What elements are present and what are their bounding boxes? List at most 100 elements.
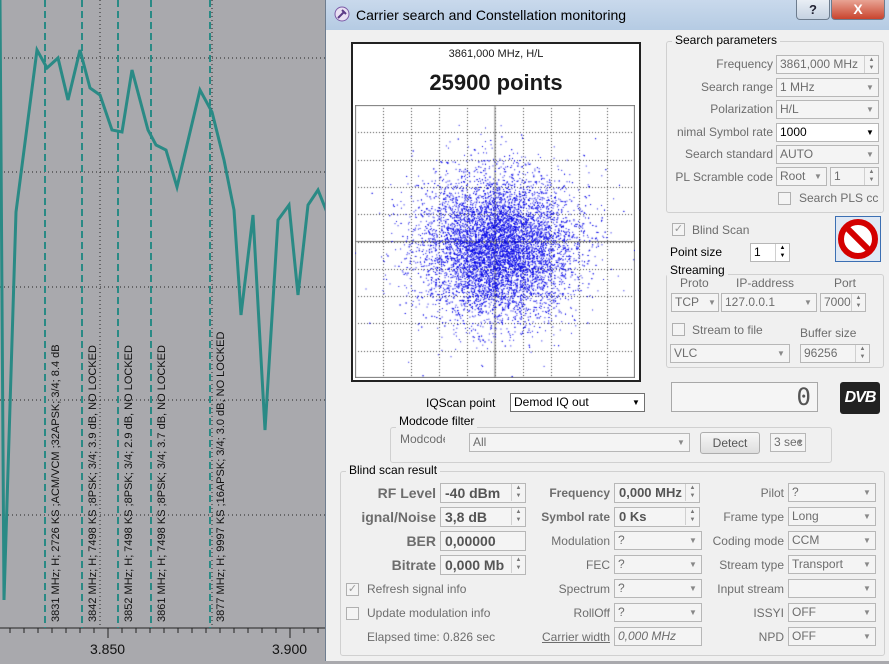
signal-noise-label: ignal/Noise xyxy=(361,509,436,525)
chevron-down-icon: ▼ xyxy=(689,536,697,545)
spinner-icon: ▲ ▼ xyxy=(685,484,699,501)
update-modulation-checkbox[interactable] xyxy=(346,607,359,620)
input-stream-label: Input stream xyxy=(717,582,784,596)
proto-select[interactable]: TCP ▼ xyxy=(671,293,719,312)
ber-value: 0,00000 xyxy=(445,533,496,549)
fec-label: FEC xyxy=(586,558,610,572)
stream-type-select[interactable]: Transport ▼ xyxy=(788,555,876,574)
title-bar[interactable]: Carrier search and Constellation monitor… xyxy=(326,0,889,30)
frequency-input[interactable]: 3861,000 MHz ▲ ▼ xyxy=(776,55,879,74)
help-button[interactable]: ? xyxy=(796,0,830,20)
input-stream-select[interactable]: ▼ xyxy=(788,579,876,598)
constellation-plot: 3861,000 MHz, H/L 25900 points xyxy=(351,42,641,382)
issyi-value: OFF xyxy=(792,605,816,619)
rolloff-select[interactable]: ? ▼ xyxy=(614,603,702,622)
chevron-down-icon: ▼ xyxy=(863,488,871,497)
iqscan-label: IQScan point xyxy=(426,396,496,410)
stream-type-value: Transport xyxy=(792,557,843,571)
ip-address-value: 127.0.0.1 xyxy=(725,295,776,309)
chevron-down-icon: ▼ xyxy=(863,512,871,521)
spinner-icon[interactable]: ▲ ▼ xyxy=(855,345,869,362)
search-range-select[interactable]: 1 MHz ▼ xyxy=(776,78,879,97)
dialog-content: 3861,000 MHz, H/L 25900 points IQScan po… xyxy=(326,30,889,661)
bitrate-label: Bitrate xyxy=(391,557,436,573)
symbol-rate-result-field: 0 Ks ▲ ▼ xyxy=(614,507,700,527)
spinner-icon: ▲ ▼ xyxy=(511,484,525,501)
buffer-size-input[interactable]: 96256 ▲ ▼ xyxy=(800,344,870,363)
player-value: VLC xyxy=(674,346,698,360)
pl-scramble-label: PL Scramble code xyxy=(675,170,773,184)
close-button[interactable]: X xyxy=(831,0,885,20)
modcode-select[interactable]: All ▼ xyxy=(469,433,690,452)
x-tick-3850: 3.850 xyxy=(90,641,126,657)
polarization-select[interactable]: H/L ▼ xyxy=(776,100,879,119)
modulation-select[interactable]: ? ▼ xyxy=(614,531,702,550)
spinner-icon[interactable]: ▲ ▼ xyxy=(864,168,878,185)
stream-to-file-checkbox[interactable] xyxy=(672,323,685,336)
refresh-signal-checkbox[interactable]: ✓ xyxy=(346,583,359,596)
chevron-down-icon: ▼ xyxy=(866,128,874,137)
search-parameters-title: Search parameters xyxy=(672,33,781,47)
chevron-down-icon: ▼ xyxy=(677,438,685,447)
npd-value: OFF xyxy=(792,629,816,643)
chevron-down-icon: ▼ xyxy=(863,560,871,569)
carrier-width-value: 0,000 MHz xyxy=(618,629,677,643)
port-input[interactable]: 7000 ▲ ▼ xyxy=(820,293,866,312)
npd-select[interactable]: OFF ▼ xyxy=(788,627,876,646)
npd-label: NPD xyxy=(758,630,784,644)
player-select[interactable]: VLC ▼ xyxy=(670,344,790,363)
search-standard-select[interactable]: AUTO ▼ xyxy=(776,145,879,164)
iqscan-select[interactable]: Demod IQ out ▼ xyxy=(510,393,645,412)
blind-scan-result-title: Blind scan result xyxy=(346,463,441,477)
detect-time-select[interactable]: 3 sec ▼ xyxy=(770,433,806,452)
chevron-down-icon: ▼ xyxy=(689,584,697,593)
chevron-down-icon: ▼ xyxy=(777,349,785,358)
spectrum-select[interactable]: ? ▼ xyxy=(614,579,702,598)
issyi-select[interactable]: OFF ▼ xyxy=(788,603,876,622)
search-pls-checkbox[interactable] xyxy=(778,192,791,205)
points-count-label: 25900 points xyxy=(429,70,563,95)
frequency-label: Frequency xyxy=(716,57,773,71)
chevron-down-icon: ▼ xyxy=(863,608,871,617)
proto-value: TCP xyxy=(675,295,699,309)
ip-address-select[interactable]: 127.0.0.1 ▼ xyxy=(721,293,817,312)
point-size-label: Point size xyxy=(670,245,723,259)
spinner-icon: ▲ ▼ xyxy=(511,508,525,525)
carrier-search-dialog: Carrier search and Constellation monitor… xyxy=(325,0,889,661)
carrier-width-field: 0,000 MHz xyxy=(614,627,702,646)
point-size-input[interactable]: 1 ▲ ▼ xyxy=(750,243,790,262)
polarization-label: Polarization xyxy=(710,102,773,116)
spinner-icon: ▲ ▼ xyxy=(511,556,525,573)
search-standard-label: Search standard xyxy=(684,147,773,161)
buffer-size-value: 96256 xyxy=(804,346,838,360)
frame-type-value: Long xyxy=(792,509,819,523)
coding-mode-select[interactable]: CCM ▼ xyxy=(788,531,876,550)
rolloff-value: ? xyxy=(618,605,625,619)
bitrate-field: 0,000 Mb ▲ ▼ xyxy=(440,555,526,575)
stop-icon xyxy=(838,219,878,259)
pl-scramble-mode-select[interactable]: Root ▼ xyxy=(776,167,827,186)
frame-type-select[interactable]: Long ▼ xyxy=(788,507,876,526)
spinner-icon[interactable]: ▲ ▼ xyxy=(864,56,878,73)
spinner-icon[interactable]: ▲ ▼ xyxy=(851,294,865,311)
update-modulation-label: Update modulation info xyxy=(367,606,491,620)
fec-select[interactable]: ? ▼ xyxy=(614,555,702,574)
carrier-marker-label: 3852 MHz; H; 7498 KS ;8PSK; 3/4; 2.9 dB,… xyxy=(123,345,135,622)
carrier-width-label: Carrier width xyxy=(541,630,610,644)
coding-mode-value: CCM xyxy=(792,533,820,547)
pl-scramble-code-input[interactable]: 1 ▲ ▼ xyxy=(830,167,879,186)
symbol-rate-result-value: 0 Ks xyxy=(619,509,647,524)
ip-address-label: IP-address xyxy=(736,276,795,290)
stop-button[interactable] xyxy=(835,216,881,262)
detect-button[interactable]: Detect xyxy=(700,432,760,454)
pilot-select[interactable]: ? ▼ xyxy=(788,483,876,502)
spinner-icon[interactable]: ▲ ▼ xyxy=(775,244,789,261)
x-tick-3900: 3.900 xyxy=(272,641,308,657)
streaming-title: Streaming xyxy=(667,263,728,277)
window-title: Carrier search and Constellation monitor… xyxy=(356,7,627,23)
blind-scan-checkbox[interactable]: ✓ xyxy=(672,223,685,236)
chevron-down-icon: ▼ xyxy=(804,298,812,307)
symbol-rate-select[interactable]: 1000 ▼ xyxy=(776,123,879,142)
carrier-marker-label: 3861 MHz; H; 7498 KS ;8PSK; 3/4; 3.7 dB,… xyxy=(156,345,168,622)
symbol-rate-result-label: Symbol rate xyxy=(541,510,610,524)
